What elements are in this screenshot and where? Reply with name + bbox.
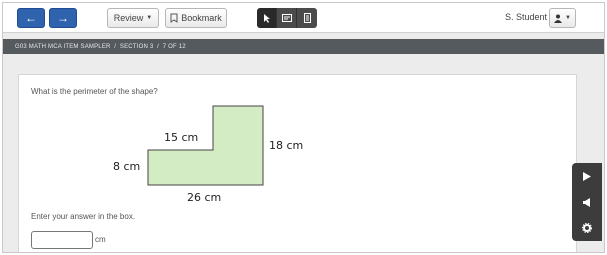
student-name: S. Student — [505, 12, 548, 22]
screen-icon — [281, 14, 292, 22]
arrow-right-icon: → — [57, 11, 69, 25]
user-icon — [554, 14, 563, 23]
megaphone-icon — [583, 197, 590, 207]
play-button[interactable] — [577, 166, 597, 186]
app-frame: ← → Review ▼ Bookmark S. Student ▼ G03 M… — [2, 2, 605, 253]
label-top-edge: 15 cm — [164, 131, 199, 144]
calculator-tool-button[interactable] — [277, 8, 297, 28]
review-label: Review — [113, 13, 144, 23]
gear-icon — [582, 223, 592, 233]
forward-button[interactable]: → — [49, 8, 77, 28]
breadcrumb-text: G03 MATH MCA ITEM SAMPLER / SECTION 3 / … — [15, 43, 186, 50]
breadcrumb: G03 MATH MCA ITEM SAMPLER / SECTION 3 / … — [3, 39, 604, 54]
answer-instruction: Enter your answer in the box. — [31, 212, 136, 221]
pointer-icon — [263, 14, 270, 23]
document-icon — [303, 13, 311, 23]
answer-input[interactable] — [31, 231, 93, 249]
settings-button[interactable] — [577, 218, 597, 238]
label-right-edge: 18 cm — [269, 139, 304, 152]
question-prompt: What is the perimeter of the shape? — [31, 87, 158, 96]
play-icon — [583, 171, 591, 181]
l-shape-figure — [147, 105, 264, 186]
pointer-tool-button[interactable] — [257, 8, 277, 28]
l-shape — [147, 105, 264, 186]
tool-group — [257, 8, 317, 28]
label-bottom-edge: 26 cm — [187, 191, 222, 204]
back-button[interactable]: ← — [17, 8, 45, 28]
bookmark-icon — [170, 13, 178, 23]
question-panel: What is the perimeter of the shape? 15 c… — [18, 74, 577, 252]
label-left-edge: 8 cm — [113, 160, 141, 173]
side-toolbar — [572, 163, 602, 241]
top-toolbar: ← → Review ▼ Bookmark S. Student ▼ — [3, 3, 604, 33]
announce-button[interactable] — [577, 192, 597, 212]
bookmark-label: Bookmark — [181, 13, 222, 23]
unit-label: cm — [95, 235, 106, 244]
caret-down-icon: ▼ — [565, 15, 571, 21]
arrow-left-icon: ← — [25, 11, 37, 25]
review-button[interactable]: Review ▼ — [107, 8, 159, 28]
bookmark-button[interactable]: Bookmark — [165, 8, 227, 28]
reference-tool-button[interactable] — [297, 8, 317, 28]
caret-down-icon: ▼ — [146, 15, 153, 21]
user-menu-button[interactable]: ▼ — [549, 8, 576, 28]
